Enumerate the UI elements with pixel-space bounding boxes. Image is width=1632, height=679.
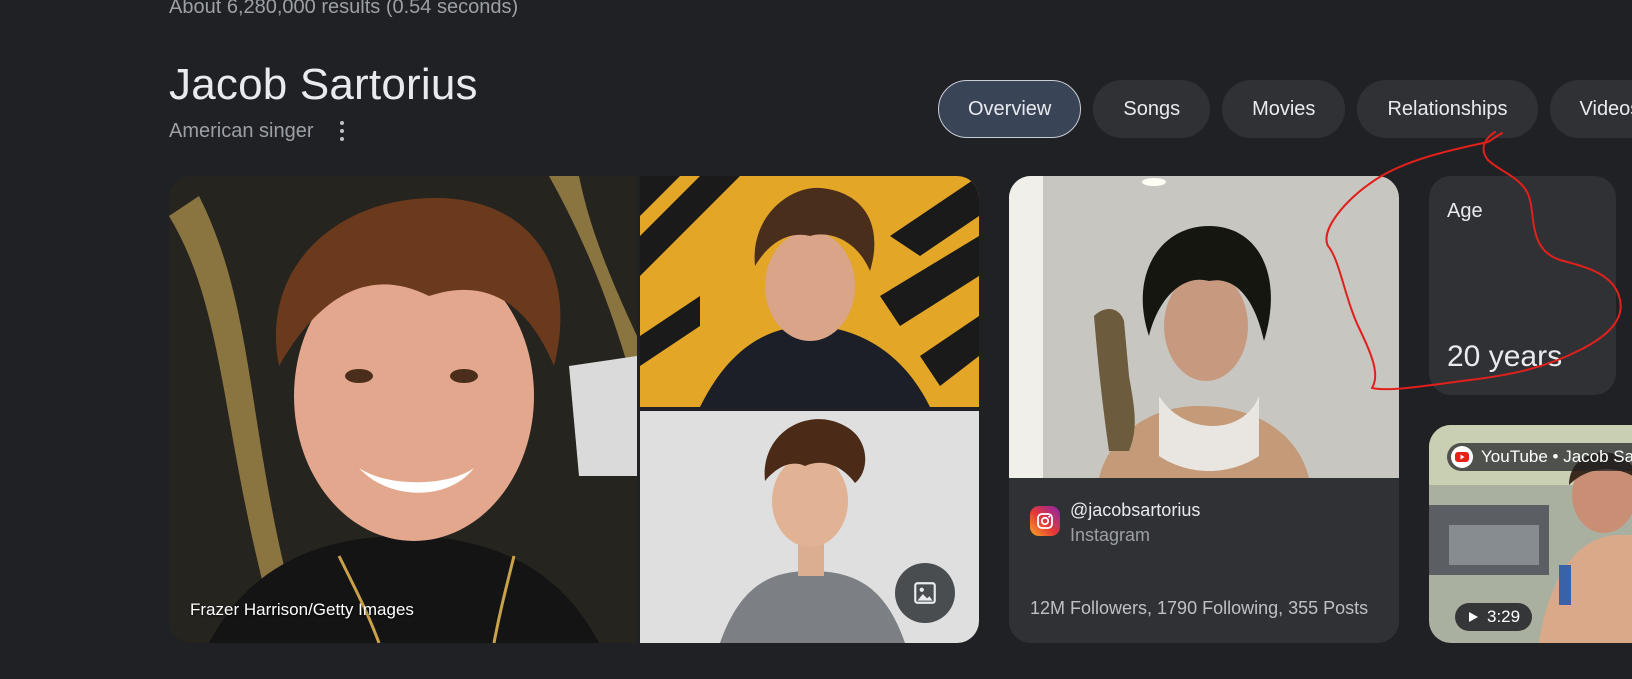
youtube-icon — [1451, 446, 1473, 468]
view-images-button[interactable] — [895, 563, 955, 623]
entity-subtitle-row: American singer — [169, 119, 354, 143]
instagram-photo — [1009, 176, 1399, 478]
image-icon — [914, 582, 936, 604]
instagram-card[interactable]: @jacobsartorius Instagram 12M Followers,… — [1009, 176, 1399, 643]
tab-songs[interactable]: Songs — [1093, 80, 1211, 138]
age-card[interactable]: Age 20 years — [1429, 176, 1616, 395]
play-icon — [1469, 612, 1478, 622]
video-duration: 3:29 — [1487, 607, 1521, 626]
entity-subtitle: American singer — [169, 119, 314, 142]
instagram-info: @jacobsartorius Instagram — [1030, 500, 1200, 546]
entity-title: Jacob Sartorius — [169, 60, 478, 109]
portrait-photo — [169, 176, 637, 643]
video-source: YouTube • Jacob Sartorius — [1481, 447, 1632, 466]
more-options-icon[interactable] — [330, 119, 354, 143]
secondary-image-top[interactable] — [640, 176, 979, 407]
instagram-handle[interactable]: @jacobsartorius — [1070, 500, 1200, 521]
main-image[interactable]: Frazer Harrison/Getty Images — [169, 176, 637, 643]
instagram-stats: 12M Followers, 1790 Following, 355 Posts — [1030, 598, 1369, 618]
tab-movies[interactable]: Movies — [1222, 80, 1346, 138]
image-credit: Frazer Harrison/Getty Images — [190, 600, 414, 619]
knowledge-panel-page: About 6,280,000 results (0.54 seconds) J… — [0, 0, 1632, 679]
video-card[interactable]: YouTube • Jacob Sartorius 3:29 — [1429, 425, 1632, 643]
tab-relationships[interactable]: Relationships — [1357, 80, 1538, 138]
secondary-image-bottom[interactable] — [640, 411, 979, 643]
tab-overview[interactable]: Overview — [938, 80, 1082, 138]
photo-top — [640, 176, 979, 407]
tab-videos[interactable]: Videos — [1549, 80, 1632, 138]
entity-tabs: Overview Songs Movies Relationships Vide… — [938, 80, 1632, 138]
result-stats: About 6,280,000 results (0.54 seconds) — [169, 0, 519, 18]
instagram-source: Instagram — [1070, 525, 1151, 545]
age-label: Age — [1447, 200, 1483, 222]
instagram-icon — [1030, 506, 1060, 536]
age-value: 20 years — [1447, 340, 1563, 373]
video-source-badge: YouTube • Jacob Sartorius — [1447, 443, 1632, 471]
video-duration-badge: 3:29 — [1455, 603, 1533, 631]
